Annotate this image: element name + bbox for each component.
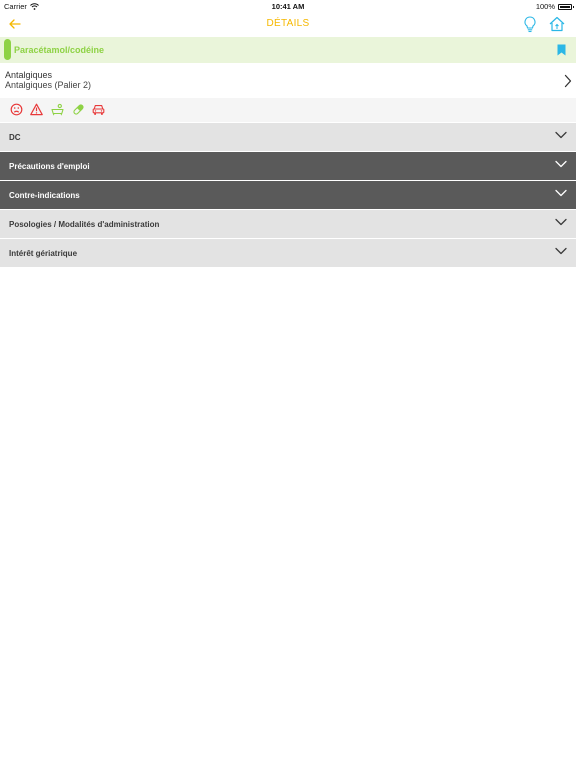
warning-icons-row (0, 98, 576, 122)
page-title: DÉTAILS (266, 18, 310, 29)
chevron-down-icon (555, 218, 567, 226)
chevron-right-icon (564, 74, 572, 88)
section-dc[interactable]: DC (0, 123, 576, 151)
status-time: 10:41 AM (271, 2, 305, 11)
section-label: DC (9, 133, 21, 142)
chevron-down-icon (555, 160, 567, 168)
warning-triangle-icon[interactable] (30, 103, 43, 116)
section-contre-indications[interactable]: Contre-indications (0, 181, 576, 209)
bookmark-icon[interactable] (557, 44, 566, 56)
screen: Carrier 10:41 AM 100% DÉTAILS Paracétamo… (0, 0, 576, 768)
therapeutic-class-row[interactable]: Antalgiques Antalgiques (Palier 2) (0, 65, 576, 97)
baby-bath-icon[interactable] (51, 103, 64, 116)
class-subtitle: Antalgiques (Palier 2) (5, 80, 92, 90)
car-icon[interactable] (92, 103, 105, 116)
chevron-down-icon (555, 131, 567, 139)
drug-header: Paracétamol/codéine (0, 37, 576, 63)
section-label: Posologies / Modalités d'administration (9, 220, 160, 229)
drug-name: Paracétamol/codéine (14, 45, 105, 55)
section-label: Intérêt gériatrique (9, 249, 78, 258)
section-precautions[interactable]: Précautions d'emploi (0, 152, 576, 180)
battery-icon (558, 3, 574, 10)
section-label: Précautions d'emploi (9, 162, 90, 171)
section-label: Contre-indications (9, 191, 80, 200)
battery-percent: 100% (535, 2, 555, 11)
lightbulb-icon[interactable] (522, 15, 538, 33)
home-icon[interactable] (548, 15, 566, 33)
section-interet-geriatrique[interactable]: Intérêt gériatrique (0, 239, 576, 267)
drug-color-indicator (4, 39, 11, 60)
section-posologies[interactable]: Posologies / Modalités d'administration (0, 210, 576, 238)
class-title: Antalgiques (5, 70, 53, 80)
chevron-down-icon (555, 247, 567, 255)
status-right: 100% (535, 2, 574, 11)
status-bar: Carrier 10:41 AM 100% (0, 0, 576, 12)
nav-bar: DÉTAILS (0, 12, 576, 36)
capsule-icon[interactable] (72, 103, 85, 116)
chevron-down-icon (555, 189, 567, 197)
sad-face-icon[interactable] (10, 103, 23, 116)
